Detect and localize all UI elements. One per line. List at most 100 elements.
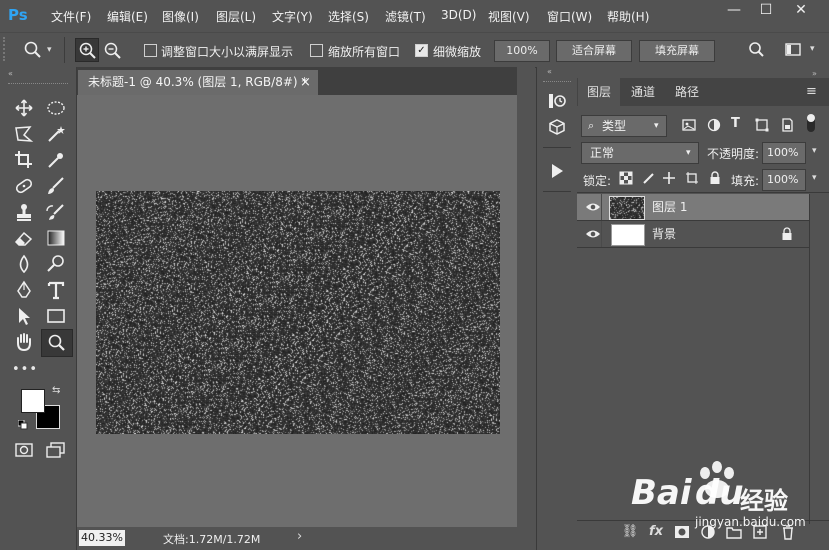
healing-brush-tool-icon[interactable] [12, 175, 36, 197]
workspace-icon[interactable] [783, 39, 805, 61]
strip-divider [543, 147, 571, 148]
document-tab[interactable]: 未标题-1 @ 40.3% (图层 1, RGB/8#) * × [78, 70, 318, 95]
filter-adjustment-icon[interactable] [706, 117, 722, 136]
layer-name[interactable]: 图层 1 [652, 194, 687, 220]
search-icon[interactable] [746, 39, 768, 61]
zoom-tool-icon[interactable] [41, 329, 73, 357]
scrubby-zoom-checkbox[interactable]: ✓ [415, 44, 428, 57]
marquee-tool-icon[interactable] [44, 97, 68, 119]
fill-screen-button[interactable]: 填充屏幕 [639, 40, 715, 62]
strip-grip[interactable] [543, 81, 571, 82]
pen-tool-icon[interactable] [12, 279, 36, 301]
baidu-jingyan-watermark: Bai du 经验 jingyan.baidu.com [605, 459, 825, 549]
fill-chevron-icon[interactable]: ▾ [812, 173, 817, 183]
menu-file[interactable]: 文件(F) [51, 8, 91, 25]
history-brush-tool-icon[interactable] [44, 201, 68, 223]
menu-image[interactable]: 图像(I) [162, 8, 199, 25]
maximize-button[interactable]: ☐ [751, 2, 781, 20]
actions-play-icon[interactable] [546, 161, 568, 184]
layer-thumbnail[interactable] [611, 224, 645, 246]
layer-row[interactable]: 背景 [577, 221, 809, 248]
expand-panels-icon[interactable]: « [547, 67, 552, 76]
zoom-percent-field[interactable]: 100% [494, 40, 550, 62]
3d-panel-icon[interactable] [546, 117, 568, 140]
close-window-button[interactable]: ✕ [786, 2, 816, 20]
document-canvas[interactable] [96, 191, 500, 434]
opacity-field[interactable]: 100% [762, 142, 806, 164]
zoom-out-icon[interactable] [101, 39, 123, 61]
menu-window[interactable]: 窗口(W) [547, 8, 592, 25]
lock-transparent-icon[interactable] [619, 171, 633, 188]
layer-visibility-eye-icon[interactable] [585, 227, 601, 244]
collapse-panel-icon[interactable]: » [812, 69, 817, 78]
gradient-tool-icon[interactable] [44, 227, 68, 249]
lock-all-icon[interactable] [708, 171, 722, 188]
move-tool-icon[interactable] [12, 97, 36, 119]
rectangle-tool-icon[interactable] [44, 305, 68, 327]
menu-view[interactable]: 视图(V) [488, 8, 530, 25]
zoom-all-checkbox[interactable] [310, 44, 323, 57]
filter-toggle-switch[interactable] [807, 114, 815, 132]
document-tab-title: 未标题-1 @ 40.3% (图层 1, RGB/8#) * [88, 75, 308, 89]
filter-pixel-icon[interactable] [681, 117, 697, 136]
type-tool-icon[interactable] [44, 279, 68, 301]
lock-pixels-icon[interactable] [641, 171, 655, 188]
layer-row[interactable]: 图层 1 [577, 194, 809, 221]
clone-stamp-tool-icon[interactable] [12, 201, 36, 223]
collapse-tools-icon[interactable]: « [8, 69, 13, 78]
default-colors-icon[interactable] [17, 419, 28, 430]
blur-tool-icon[interactable] [12, 253, 36, 275]
tools-grip[interactable] [8, 83, 68, 87]
tab-paths[interactable]: 路径 [666, 78, 708, 106]
swap-colors-icon[interactable]: ⇆ [52, 385, 60, 396]
minimize-button[interactable]: — [719, 2, 749, 20]
zoom-tool-preset-icon[interactable] [22, 39, 44, 61]
magic-wand-tool-icon[interactable] [44, 123, 68, 145]
zoom-in-icon[interactable] [75, 38, 99, 62]
path-selection-tool-icon[interactable] [12, 305, 36, 327]
history-panel-icon[interactable] [546, 91, 568, 114]
zoom-level-field[interactable]: 40.33% [79, 530, 125, 546]
filter-smart-object-icon[interactable] [779, 117, 795, 136]
quick-mask-icon[interactable] [12, 439, 36, 461]
menu-filter[interactable]: 滤镜(T) [385, 8, 426, 25]
menu-3d[interactable]: 3D(D) [441, 8, 476, 22]
layer-thumbnail[interactable] [609, 196, 645, 220]
fill-field[interactable]: 100% [762, 169, 806, 191]
fit-screen-button[interactable]: 适合屏幕 [556, 40, 632, 62]
filter-shape-icon[interactable] [754, 117, 770, 136]
lasso-tool-icon[interactable] [12, 123, 36, 145]
lock-artboard-icon[interactable] [685, 171, 699, 188]
chevron-down-icon[interactable]: ▾ [47, 45, 52, 55]
eyedropper-tool-icon[interactable] [44, 149, 68, 171]
resize-windows-checkbox[interactable] [144, 44, 157, 57]
foreground-color-swatch[interactable] [21, 389, 45, 413]
menu-help[interactable]: 帮助(H) [607, 8, 649, 25]
blend-mode-select[interactable]: 正常 ▾ [581, 142, 699, 164]
tab-channels[interactable]: 通道 [622, 78, 664, 106]
menu-select[interactable]: 选择(S) [328, 8, 369, 25]
opacity-chevron-icon[interactable]: ▾ [812, 146, 817, 156]
tab-layers[interactable]: 图层 [578, 78, 620, 106]
blend-mode-value: 正常 [590, 146, 615, 160]
workspace-chevron-icon[interactable]: ▾ [810, 44, 815, 54]
hand-tool-icon[interactable] [12, 331, 36, 353]
lock-position-icon[interactable] [662, 171, 676, 188]
more-tools-icon[interactable]: ••• [12, 359, 37, 381]
menu-edit[interactable]: 编辑(E) [107, 8, 148, 25]
brush-tool-icon[interactable] [44, 175, 68, 197]
eraser-tool-icon[interactable] [12, 227, 36, 249]
menu-type[interactable]: 文字(Y) [272, 8, 313, 25]
filter-type-icon[interactable]: T [731, 116, 740, 131]
menu-layer[interactable]: 图层(L) [216, 8, 256, 25]
status-menu-arrow-icon[interactable]: › [297, 529, 302, 544]
dodge-tool-icon[interactable] [44, 253, 68, 275]
crop-tool-icon[interactable] [12, 149, 36, 171]
panel-menu-icon[interactable]: ≡ [806, 84, 817, 99]
layer-visibility-eye-icon[interactable] [585, 200, 601, 217]
screen-mode-icon[interactable] [44, 439, 68, 461]
layer-filter-select[interactable]: ⌕ 类型 ▾ [581, 115, 667, 137]
options-grip[interactable] [3, 37, 11, 61]
document-tab-close-icon[interactable]: × [300, 70, 311, 95]
layer-name[interactable]: 背景 [652, 221, 676, 247]
